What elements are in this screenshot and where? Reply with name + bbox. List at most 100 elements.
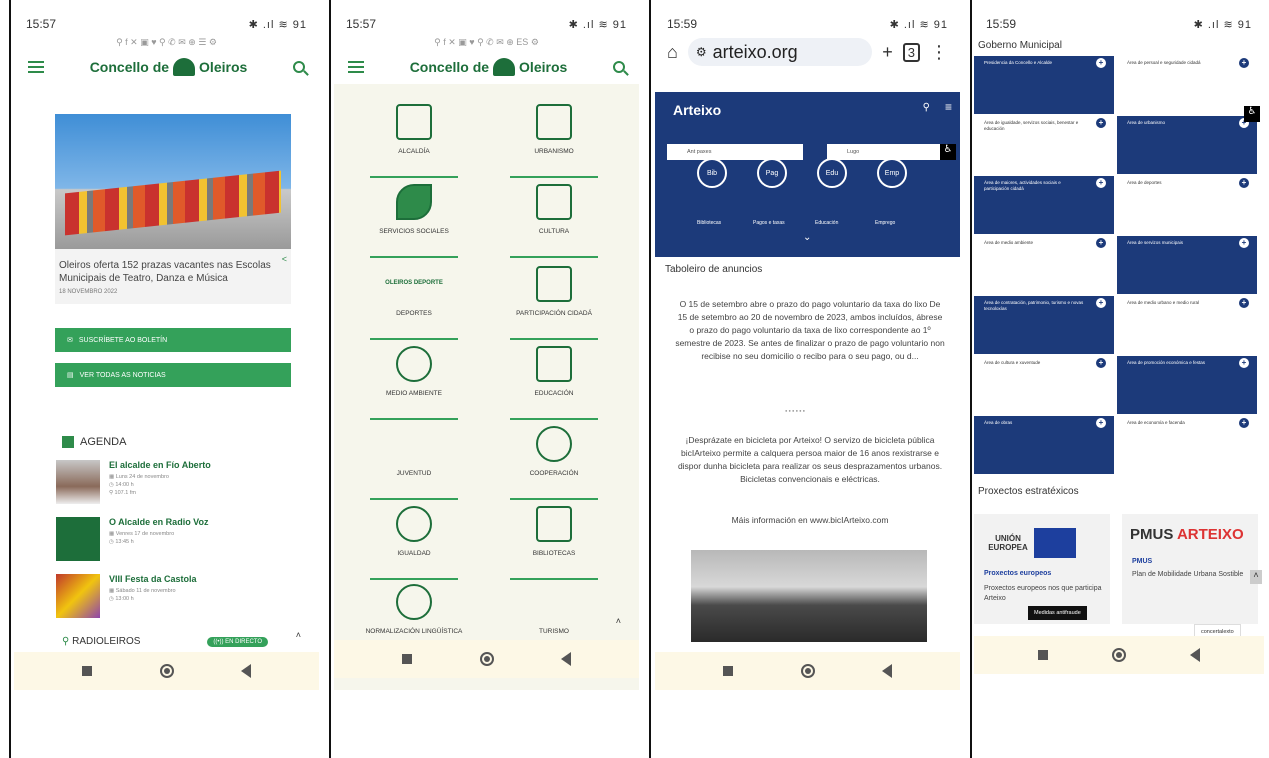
home-icon[interactable] [479, 652, 494, 666]
recents-icon[interactable] [722, 666, 733, 676]
tile-medio-ambiente[interactable]: MEDIO AMBIENTE [364, 340, 464, 420]
menu-icon[interactable] [348, 61, 364, 73]
recents-icon[interactable] [1038, 650, 1048, 660]
gov-area-tile[interactable]: Área de medio urbano e medio rural + [1117, 296, 1257, 354]
eu-link[interactable]: Proxectos europeos [984, 570, 1051, 577]
tile-deportes[interactable]: OLEIROS DEPORTE DEPORTES [364, 260, 464, 340]
quick-edu[interactable]: Edu [817, 158, 847, 188]
plus-icon[interactable]: + [1239, 238, 1249, 248]
announcement-link[interactable]: Máis información en www.bicIArteixo.com [675, 514, 945, 527]
plus-icon[interactable]: + [1239, 58, 1249, 68]
all-news-label: VER TODAS AS NOTICIAS [79, 371, 166, 379]
tile-juventud[interactable]: JUVENTUD [364, 420, 464, 500]
plus-icon[interactable]: + [1096, 418, 1106, 428]
back-icon[interactable] [1190, 648, 1200, 662]
home-icon[interactable]: ⌂ [667, 42, 678, 63]
scroll-top-icon[interactable]: ˄ [1250, 570, 1262, 584]
plus-icon[interactable]: + [1096, 118, 1106, 128]
new-tab-icon[interactable]: + [882, 42, 893, 63]
news-card[interactable]: Oleiros oferta 152 prazas vacantes nas E… [55, 114, 291, 304]
back-icon[interactable] [561, 652, 572, 666]
menu-icon[interactable]: ≡ [945, 100, 952, 114]
scroll-top-icon[interactable]: ˄ [296, 630, 301, 640]
accessibility-icon[interactable]: ♿ [940, 144, 956, 160]
gov-area-tile[interactable]: Área de promoción económica e festas + [1117, 356, 1257, 414]
more-icon[interactable]: ⋮ [930, 42, 948, 63]
all-news-button[interactable]: ▤ VER TODAS AS NOTICIAS [55, 363, 291, 387]
announcement-1[interactable]: O 15 de setembro abre o prazo do pago vo… [675, 298, 945, 363]
recents-icon[interactable] [81, 666, 92, 676]
android-nav-bar [334, 640, 639, 678]
newsletter-button[interactable]: ✉ SUSCRÍBETE AO BOLETÍN [55, 328, 291, 352]
tile-servicios-sociales[interactable]: SERVICIOS SOCIALES [364, 178, 464, 258]
carousel-dots[interactable]: ● ● ● ● ● ● [785, 408, 805, 413]
tile-bibliotecas[interactable]: BIBLIOTECAS [504, 500, 604, 580]
share-icon[interactable]: < [282, 254, 287, 264]
gov-area-tile[interactable]: Presidencia da Concello e Alcalde + [974, 56, 1114, 114]
gov-area-tile[interactable]: Área de igualdade, servizos sociais, ben… [974, 116, 1114, 174]
tile-educacion[interactable]: EDUCACIÓN [504, 340, 604, 420]
recents-icon[interactable] [401, 654, 412, 664]
site-settings-icon[interactable]: ⚙ [696, 45, 707, 59]
tile-urbanismo[interactable]: URBANISMO [504, 98, 604, 178]
weather-field[interactable]: Lugo [827, 144, 943, 160]
search-icon[interactable]: ⚲ [923, 102, 930, 113]
live-badge[interactable]: ((•)) EN DIRECTO [207, 636, 268, 647]
plus-icon[interactable]: + [1096, 178, 1106, 188]
gov-area-tile[interactable]: Área de contratación, patrimonio, turism… [974, 296, 1114, 354]
gov-area-tile[interactable]: Área de servizos municipais + [1117, 236, 1257, 294]
social-links[interactable]: ⚲ f ✕ ▣ ♥ ⚲ ✆ ✉ ⊕ ES ⚙ [334, 34, 639, 50]
quick-pag[interactable]: Pag [757, 158, 787, 188]
announcement-2[interactable]: ¡Desprázate en bicicleta por Arteixo! O … [675, 434, 945, 486]
tile-igualdad[interactable]: IGUALDAD [364, 500, 464, 580]
url-bar[interactable]: ⚙ arteixo.org [687, 38, 873, 66]
site-logo[interactable]: Concello de Oleiros [410, 58, 568, 76]
social-links[interactable]: ⚲ f ✕ ▣ ♥ ⚲ ✆ ✉ ⊕ ☰ ⚙ [14, 34, 319, 50]
gov-area-tile[interactable]: Área de persoal e seguridade cidadá + [1117, 56, 1257, 114]
plus-icon[interactable]: + [1096, 58, 1106, 68]
site-logo[interactable]: Concello de Oleiros [90, 58, 247, 76]
pmus-title[interactable]: PMUS [1132, 558, 1152, 565]
arteixo-brand[interactable]: Arteixo [673, 102, 721, 118]
plus-icon[interactable]: + [1096, 358, 1106, 368]
search-field[interactable]: Ant paxes [667, 144, 803, 160]
gov-area-tile[interactable]: Área de deportes + [1117, 176, 1257, 234]
gov-area-tile[interactable]: Área de urbanismo + [1117, 116, 1257, 174]
accessibility-icon[interactable]: ♿ [1244, 106, 1260, 122]
site-title-right: Oleiros [519, 59, 568, 75]
plus-icon[interactable]: + [1239, 358, 1249, 368]
search-icon[interactable] [612, 61, 625, 73]
plus-icon[interactable]: + [1239, 298, 1249, 308]
chevron-down-icon[interactable]: ⌄ [803, 232, 811, 243]
agenda-item[interactable]: El alcalde en Fío Aberto ▦ Luns 24 de no… [56, 460, 271, 508]
tile-cooperacion[interactable]: COOPERACIÓN [504, 420, 604, 500]
plus-icon[interactable]: + [1239, 418, 1249, 428]
tile-cultura[interactable]: CULTURA [504, 178, 604, 258]
home-icon[interactable] [800, 664, 815, 678]
scroll-top-icon[interactable]: ˄ [616, 616, 621, 626]
search-icon[interactable] [292, 61, 305, 73]
back-icon[interactable] [241, 664, 252, 678]
gov-area-tile[interactable]: Área de obras + [974, 416, 1114, 474]
tabs-icon[interactable]: 3 [902, 42, 920, 62]
tile-alcaldia[interactable]: ALCALDÍA [364, 98, 464, 178]
agenda-item[interactable]: VIII Festa da Castola ▦ Sábado 11 de nov… [56, 574, 271, 622]
quick-bib[interactable]: Bib [697, 158, 727, 188]
plus-icon[interactable]: + [1096, 238, 1106, 248]
plus-icon[interactable]: + [1239, 178, 1249, 188]
gov-area-tile[interactable]: Área de cultura e xuventude + [974, 356, 1114, 414]
quick-emp[interactable]: Emp [877, 158, 907, 188]
gov-area-tile[interactable]: Área de maiores, actividades sociais e p… [974, 176, 1114, 234]
back-icon[interactable] [882, 664, 893, 678]
pmus-project-card[interactable]: PMUS ARTEIXO PMUS Plan de Mobilidade Urb… [1122, 514, 1258, 624]
radio-row[interactable]: ⚲ RADIOLEIROS ((•)) EN DIRECTO [62, 636, 268, 647]
menu-icon[interactable] [28, 61, 44, 73]
gov-area-tile[interactable]: Área de medio ambiente + [974, 236, 1114, 294]
agenda-item[interactable]: O Alcalde en Radio Voz ▦ Venres 17 de no… [56, 517, 271, 565]
tile-participacion[interactable]: PARTICIPACIÓN CIDADÁ [504, 260, 604, 340]
plus-icon[interactable]: + [1096, 298, 1106, 308]
home-icon[interactable] [1112, 648, 1126, 662]
gov-area-tile[interactable]: Área de economía e facenda + [1117, 416, 1257, 474]
home-icon[interactable] [159, 664, 174, 678]
tooltip-antifraud[interactable]: Medidas antifraude [1028, 606, 1087, 620]
